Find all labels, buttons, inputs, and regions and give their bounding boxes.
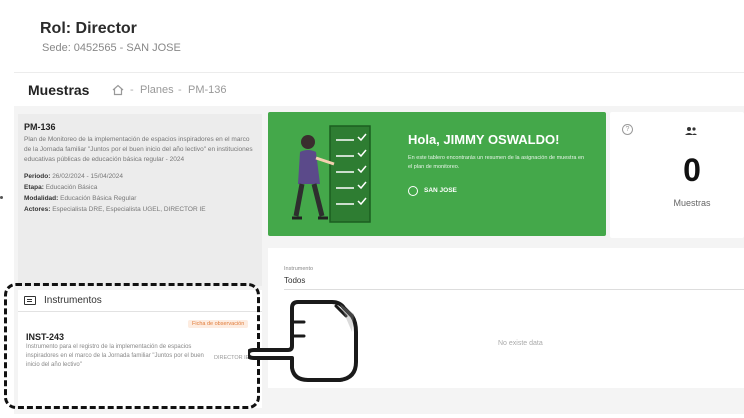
plan-details-card: PM-136 Plan de Monitoreo de la implement…	[18, 114, 262, 286]
welcome-greeting: Hola, JIMMY OSWALDO!	[408, 132, 560, 147]
breadcrumb-separator: -	[178, 84, 182, 96]
welcome-message: En este tablero encontrarás un resumen d…	[408, 155, 585, 170]
pointing-hand-icon	[248, 300, 358, 382]
instruments-title: Instrumentos	[44, 295, 102, 306]
instrument-role: DIRECTOR IE	[214, 355, 250, 361]
instrument-code: INST-243	[26, 332, 65, 342]
samples-stat-card: ? 0 Muestras	[610, 112, 744, 238]
role-title: Rol: Director	[40, 20, 137, 37]
edge-marker	[0, 196, 3, 199]
breadcrumb-separator: -	[130, 84, 134, 96]
instruments-header: Instrumentos	[18, 290, 262, 312]
plan-code: PM-136	[24, 122, 56, 132]
place-icon	[408, 186, 418, 196]
samples-count: 0	[683, 152, 701, 188]
checklist-illustration	[292, 125, 371, 223]
instrument-filter-label: Instrumento	[284, 266, 314, 272]
breadcrumb-planes-link[interactable]: Planes	[140, 84, 174, 96]
instruments-icon	[24, 296, 36, 305]
samples-label: Muestras	[673, 198, 711, 208]
breadcrumb-current: PM-136	[188, 84, 227, 96]
sede-label: Sede: 0452565 - SAN JOSE	[42, 42, 181, 54]
plan-etapa: Etapa: Educación Básica	[24, 184, 98, 191]
plan-actores: Actores: Especialista DRE, Especialista …	[24, 206, 206, 213]
instruments-panel: Instrumentos Ficha de observación INST-2…	[18, 290, 262, 408]
welcome-card: Hola, JIMMY OSWALDO! En este tablero enc…	[268, 112, 606, 236]
home-icon[interactable]	[112, 84, 124, 96]
instrument-description: Instrumento para el registro de la imple…	[26, 344, 204, 368]
empty-table-message: No existe data	[498, 340, 543, 347]
app-frame: Rol: Director Sede: 0452565 - SAN JOSE M…	[14, 4, 744, 414]
plan-periodo: Periodo: 26/02/2024 - 15/04/2024	[24, 173, 124, 180]
plan-modalidad: Modalidad: Educación Básica Regular	[24, 195, 137, 202]
breadcrumb: Muestras - Planes - PM-136	[14, 72, 744, 106]
page-title: Muestras	[28, 82, 90, 98]
page-header: Rol: Director Sede: 0452565 - SAN JOSE	[14, 4, 744, 72]
instrument-type-badge: Ficha de observación	[188, 320, 249, 328]
welcome-place: SAN JOSE	[424, 187, 457, 194]
group-icon	[685, 127, 697, 135]
help-icon[interactable]: ?	[622, 124, 633, 135]
plan-description: Plan de Monitoreo de la implementación d…	[24, 136, 253, 163]
instrument-filter-select[interactable]: Todos	[284, 276, 744, 290]
